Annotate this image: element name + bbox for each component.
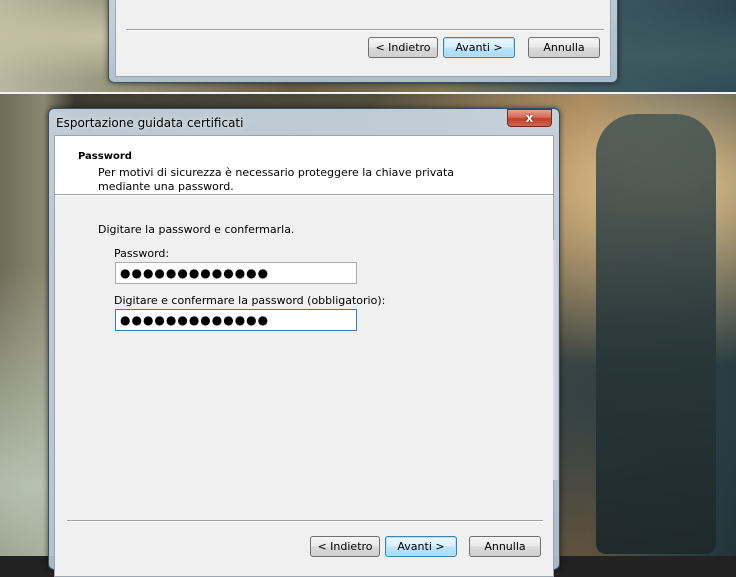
- dialog-title: Esportazione guidata certificati: [56, 116, 244, 130]
- next-button[interactable]: Avanti >: [385, 536, 457, 557]
- confirm-password-label: Digitare e confermare la password (obbli…: [114, 294, 386, 307]
- previous-next-button[interactable]: Avanti >: [443, 37, 515, 58]
- wallpaper-statue: [596, 114, 716, 554]
- previous-cancel-button[interactable]: Annulla: [528, 37, 600, 58]
- background-window-edge: [553, 240, 558, 480]
- header-separator: [55, 194, 553, 196]
- cancel-button[interactable]: Annulla: [469, 536, 541, 557]
- previous-wizard-window: < Indietro Avanti > Annulla: [108, 0, 618, 83]
- instruction-text: Digitare la password e confermarla.: [98, 223, 295, 236]
- back-button[interactable]: < Indietro: [310, 536, 380, 557]
- dialog-content: Password Per motivi di sicurezza è neces…: [54, 135, 554, 577]
- wizard-page-description: Per motivi di sicurezza è necessario pro…: [98, 166, 455, 193]
- close-button[interactable]: x: [507, 109, 552, 127]
- wizard-page-heading: Password: [78, 151, 132, 162]
- footer-separator: [67, 520, 543, 522]
- password-label: Password:: [114, 247, 170, 260]
- previous-back-button[interactable]: < Indietro: [368, 37, 438, 58]
- confirm-password-input[interactable]: ●●●●●●●●●●●●●: [115, 309, 357, 331]
- wizard-header-panel: Password Per motivi di sicurezza è neces…: [55, 136, 553, 194]
- previous-wizard-content: < Indietro Avanti > Annulla: [115, 0, 611, 77]
- password-input[interactable]: ●●●●●●●●●●●●●: [115, 262, 357, 284]
- certificate-export-dialog: Esportazione guidata certificati x Passw…: [48, 108, 560, 577]
- previous-wizard-separator: [126, 29, 604, 31]
